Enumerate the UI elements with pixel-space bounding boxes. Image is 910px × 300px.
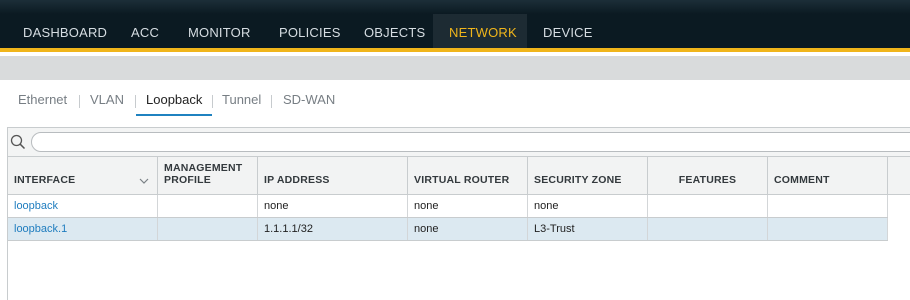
tab-separator bbox=[79, 95, 80, 108]
table-header: INTERFACE MANAGEMENT PROFILE IP ADDRESS … bbox=[8, 157, 910, 195]
column-virtual-router[interactable]: VIRTUAL ROUTER bbox=[408, 157, 528, 195]
network-subtabs: Ethernet VLAN Loopback Tunnel SD-WAN bbox=[0, 80, 910, 118]
tab-vlan[interactable]: VLAN bbox=[90, 92, 124, 116]
nav-dashboard[interactable]: DASHBOARD bbox=[9, 14, 121, 48]
nav-network[interactable]: NETWORK bbox=[433, 14, 527, 48]
features-cell bbox=[648, 195, 768, 217]
tab-separator bbox=[212, 95, 213, 108]
tab-sd-wan[interactable]: SD-WAN bbox=[283, 92, 335, 116]
virtual-router-cell: none bbox=[408, 195, 528, 217]
filter-input[interactable] bbox=[31, 132, 910, 152]
filter-bar bbox=[8, 128, 910, 157]
top-navigation: DASHBOARD ACC MONITOR POLICIES OBJECTS N… bbox=[0, 0, 910, 52]
top-navigation-shade bbox=[0, 0, 910, 14]
tab-separator bbox=[135, 95, 136, 108]
column-label: VIRTUAL ROUTER bbox=[414, 174, 510, 186]
table-row[interactable]: loopback none none none bbox=[8, 195, 888, 218]
column-management-profile[interactable]: MANAGEMENT PROFILE bbox=[158, 157, 258, 195]
ip-address-cell: 1.1.1.1/32 bbox=[258, 218, 408, 240]
tab-separator bbox=[271, 95, 272, 108]
table-row[interactable]: loopback.1 1.1.1.1/32 none L3-Trust bbox=[8, 218, 888, 241]
features-cell bbox=[648, 218, 768, 240]
column-ip-address[interactable]: IP ADDRESS bbox=[258, 157, 408, 195]
security-zone-cell: none bbox=[528, 195, 648, 217]
tab-tunnel[interactable]: Tunnel bbox=[222, 92, 261, 116]
ip-address-cell: none bbox=[258, 195, 408, 217]
column-interface[interactable]: INTERFACE bbox=[8, 157, 158, 195]
nav-objects[interactable]: OBJECTS bbox=[350, 14, 439, 48]
comment-cell bbox=[768, 195, 888, 217]
tab-ethernet[interactable]: Ethernet bbox=[18, 92, 67, 116]
column-label: FEATURES bbox=[678, 174, 737, 186]
management-profile-cell bbox=[158, 195, 258, 217]
nav-monitor[interactable]: MONITOR bbox=[174, 14, 265, 48]
column-comment[interactable]: COMMENT bbox=[768, 157, 888, 195]
search-icon[interactable] bbox=[10, 134, 26, 150]
interfaces-table-panel: INTERFACE MANAGEMENT PROFILE IP ADDRESS … bbox=[7, 127, 910, 300]
column-label: MANAGEMENT PROFILE bbox=[164, 162, 243, 186]
column-features[interactable]: FEATURES bbox=[648, 157, 768, 195]
nav-device[interactable]: DEVICE bbox=[529, 14, 607, 48]
interface-link[interactable]: loopback.1 bbox=[8, 218, 158, 240]
column-label: COMMENT bbox=[774, 174, 830, 186]
security-zone-cell: L3-Trust bbox=[528, 218, 648, 240]
management-profile-cell bbox=[158, 218, 258, 240]
chevron-down-icon[interactable] bbox=[139, 177, 149, 185]
column-label: INTERFACE bbox=[14, 174, 76, 186]
column-security-zone[interactable]: SECURITY ZONE bbox=[528, 157, 648, 195]
nav-policies[interactable]: POLICIES bbox=[265, 14, 355, 48]
nav-acc[interactable]: ACC bbox=[117, 14, 173, 48]
toolbar-band bbox=[0, 56, 910, 80]
column-label: SECURITY ZONE bbox=[534, 174, 622, 186]
tab-loopback[interactable]: Loopback bbox=[135, 92, 213, 116]
comment-cell bbox=[768, 218, 888, 240]
interface-link[interactable]: loopback bbox=[8, 195, 158, 217]
virtual-router-cell: none bbox=[408, 218, 528, 240]
column-label: IP ADDRESS bbox=[264, 174, 330, 186]
